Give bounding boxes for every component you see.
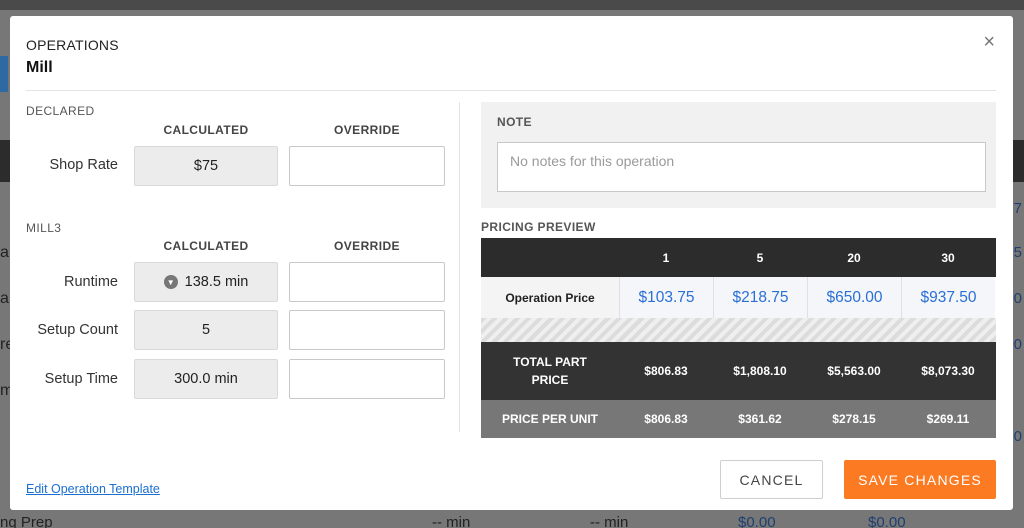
section-label-mill3: MILL3 (26, 221, 62, 235)
shop-rate-override-input[interactable] (289, 146, 445, 186)
operation-price-value[interactable]: $650.00 (807, 277, 901, 318)
quantity-header: 30 (941, 250, 955, 265)
background-text: a (0, 290, 9, 307)
background-text: a (0, 244, 9, 261)
save-changes-button[interactable]: SAVE CHANGES (844, 460, 996, 499)
column-header-override: OVERRIDE (334, 239, 400, 253)
operation-price-value[interactable]: $937.50 (901, 277, 995, 318)
background-text: $0.00 (868, 514, 906, 528)
total-part-price-value: $1,808.10 (733, 364, 787, 378)
chevron-down-circle-icon: ▼ (163, 275, 178, 289)
operation-modal: × OPERATIONS Mill DECLARED CALCULATED OV… (10, 16, 1013, 510)
edit-operation-template-link[interactable]: Edit Operation Template (26, 482, 160, 496)
modal-title: Mill (26, 59, 53, 76)
quantity-header-row: 1 5 20 30 (481, 238, 996, 277)
operation-price-value[interactable]: $103.75 (619, 277, 713, 318)
total-part-price-value: $806.83 (644, 364, 688, 378)
runtime-calculated[interactable]: ▼ 138.5 min (134, 262, 278, 302)
background-text: $0.00 (738, 514, 776, 528)
hatched-separator (481, 318, 996, 342)
section-label-declared: DECLARED (26, 104, 95, 118)
setup-count-label: Setup Count (37, 322, 118, 338)
modal-kicker: OPERATIONS (26, 37, 119, 53)
background-text: ng Prep (0, 514, 53, 528)
background-bottom-row: ng Prep -- min -- min $0.00 $0.00 (0, 512, 1024, 528)
pricing-preview-label: PRICING PREVIEW (481, 220, 596, 234)
column-header-calculated: CALCULATED (163, 123, 249, 137)
setup-count-calculated: 5 (134, 310, 278, 350)
setup-time-label: Setup Time (44, 371, 118, 387)
price-per-unit-value: $278.15 (832, 412, 876, 426)
background-topbar (0, 0, 1024, 10)
column-divider (459, 102, 460, 432)
quantity-header: 1 (662, 250, 670, 265)
price-per-unit-value: $806.83 (644, 412, 688, 426)
total-part-price-value: $5,563.00 (827, 364, 881, 378)
price-per-unit-value: $269.11 (926, 412, 970, 426)
column-header-calculated: CALCULATED (163, 239, 249, 253)
setup-time-override-input[interactable] (289, 359, 445, 399)
operation-price-row: Operation Price $103.75 $218.75 $650.00 … (481, 277, 996, 318)
shop-rate-calculated: $75 (134, 146, 278, 186)
close-icon[interactable]: × (983, 32, 995, 52)
header-empty-cell (481, 238, 619, 277)
note-textarea[interactable] (497, 142, 986, 192)
shop-rate-label: Shop Rate (49, 157, 118, 173)
note-label: NOTE (497, 115, 532, 129)
total-part-price-row: TOTAL PART PRICE $806.83 $1,808.10 $5,56… (481, 342, 996, 400)
price-per-unit-row: PRICE PER UNIT $806.83 $361.62 $278.15 $… (481, 400, 996, 438)
note-panel: NOTE (481, 102, 996, 208)
header-divider (26, 90, 996, 91)
total-part-price-value: $8,073.30 (921, 364, 975, 378)
quantity-header: 5 (756, 250, 764, 265)
operation-price-label: Operation Price (481, 277, 619, 318)
background-text: -- min (590, 514, 629, 528)
column-header-override: OVERRIDE (334, 123, 400, 137)
background-text: -- min (432, 514, 471, 528)
cancel-button[interactable]: CANCEL (720, 460, 823, 499)
runtime-calculated-value: 138.5 min (184, 274, 249, 290)
operation-price-value[interactable]: $218.75 (713, 277, 807, 318)
runtime-label: Runtime (64, 274, 118, 290)
background-button (0, 56, 8, 92)
quantity-header: 20 (847, 250, 861, 265)
setup-count-override-input[interactable] (289, 310, 445, 350)
setup-time-calculated: 300.0 min (134, 359, 278, 399)
price-per-unit-value: $361.62 (738, 412, 782, 426)
price-per-unit-label: PRICE PER UNIT (501, 412, 598, 426)
runtime-override-input[interactable] (289, 262, 445, 302)
total-part-price-label: TOTAL PART PRICE (513, 355, 587, 387)
